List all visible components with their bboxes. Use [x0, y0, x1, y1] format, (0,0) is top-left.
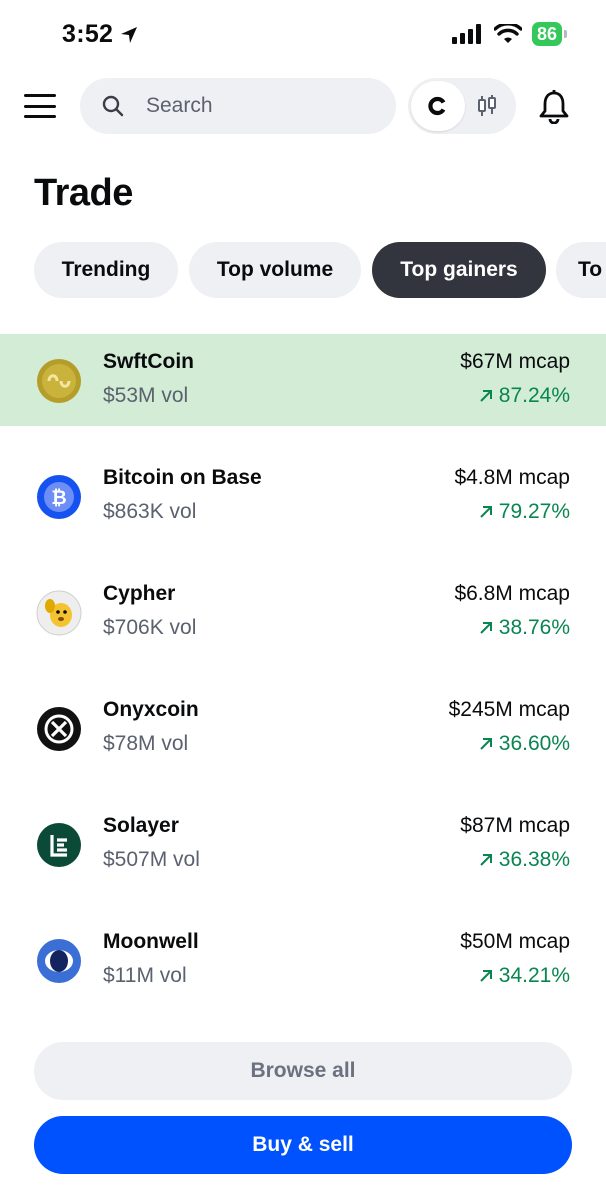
asset-change-value: 87.24% [498, 384, 570, 407]
asset-mcap: $50M mcap [460, 930, 570, 953]
asset-change: 34.21% [479, 964, 570, 988]
asset-name: Moonwell [103, 930, 199, 953]
location-arrow-icon [121, 26, 138, 43]
asset-change-value: 36.38% [498, 848, 570, 871]
asset-mcap: $4.8M mcap [454, 466, 570, 489]
asset-name: Onyxcoin [103, 698, 199, 721]
asset-change-value: 36.60% [498, 732, 570, 755]
search-icon [102, 95, 124, 117]
asset-name: SwftCoin [103, 350, 194, 373]
solayer-icon [37, 823, 81, 867]
status-indicators: 86 [451, 22, 568, 46]
arrow-up-right-icon [480, 390, 492, 402]
asset-volume: $507M vol [103, 848, 200, 871]
list-item[interactable]: ₿ Bitcoin on Base $863K vol $4.8M mcap 7… [0, 450, 606, 542]
list-item[interactable]: Cypher $706K vol $6.8M mcap 38.76% [0, 566, 606, 658]
search-placeholder: Search [146, 94, 213, 117]
bitcoin-on-base-icon: ₿ [37, 475, 81, 519]
asset-name: Bitcoin on Base [103, 466, 262, 489]
arrow-up-right-icon [480, 622, 492, 634]
asset-change-value: 79.27% [498, 500, 570, 523]
search-input[interactable]: Search [80, 78, 396, 134]
battery-icon: 86 [531, 22, 568, 46]
tab-trending[interactable]: Trending [34, 242, 178, 298]
asset-volume: $706K vol [103, 616, 197, 639]
candlestick-chart-icon[interactable] [476, 94, 498, 118]
asset-change: 79.27% [479, 500, 570, 524]
asset-change-value: 38.76% [498, 616, 570, 639]
tab-top-volume[interactable]: Top volume [189, 242, 361, 298]
buy-sell-button[interactable]: Buy & sell [34, 1116, 572, 1174]
header: Search [0, 78, 606, 136]
tab-top-gainers[interactable]: Top gainers [372, 242, 546, 298]
asset-change-value: 34.21% [498, 964, 570, 987]
asset-change: 36.38% [479, 848, 570, 872]
asset-volume: $53M vol [103, 384, 189, 407]
menu-icon[interactable] [24, 94, 56, 118]
asset-volume: $863K vol [103, 500, 197, 523]
onyxcoin-icon [37, 707, 81, 751]
page-title: Trade [34, 172, 133, 214]
list-item[interactable]: Moonwell $11M vol $50M mcap 34.21% [0, 914, 606, 1006]
svg-text:₿: ₿ [51, 487, 66, 509]
tab-partial[interactable]: To [556, 242, 606, 298]
asset-change: 87.24% [479, 384, 570, 408]
asset-mcap: $245M mcap [448, 698, 570, 721]
asset-name: Cypher [103, 582, 176, 605]
asset-change: 36.60% [479, 732, 570, 756]
signal-icon [451, 24, 481, 44]
coinbase-logo-icon[interactable] [411, 81, 465, 131]
status-time: 3:52 [62, 20, 139, 49]
asset-name: Solayer [103, 814, 179, 837]
view-toggle[interactable] [408, 78, 516, 134]
asset-mcap: $87M mcap [460, 814, 570, 837]
list-item[interactable]: Solayer $507M vol $87M mcap 36.38% [0, 798, 606, 890]
arrow-up-right-icon [480, 970, 492, 982]
list-item[interactable]: Onyxcoin $78M vol $245M mcap 36.60% [0, 682, 606, 774]
category-tabs: Trending Top volume Top gainers To [34, 242, 606, 300]
asset-volume: $11M vol [103, 964, 187, 987]
asset-volume: $78M vol [103, 732, 189, 755]
status-bar: 3:52 86 [0, 0, 606, 70]
wifi-icon [493, 24, 522, 43]
arrow-up-right-icon [480, 506, 492, 518]
asset-change: 38.76% [479, 616, 570, 640]
notification-bell-icon[interactable] [538, 90, 570, 124]
swftcoin-icon [37, 359, 81, 403]
time-label: 3:52 [62, 20, 114, 48]
cypher-icon [36, 590, 82, 636]
moonwell-icon [37, 939, 81, 983]
asset-mcap: $6.8M mcap [454, 582, 570, 605]
browse-all-button[interactable]: Browse all [34, 1042, 572, 1100]
battery-level: 86 [536, 23, 557, 44]
asset-mcap: $67M mcap [460, 350, 570, 373]
list-item[interactable]: SwftCoin $53M vol $67M mcap 87.24% [0, 334, 606, 426]
arrow-up-right-icon [480, 854, 492, 866]
arrow-up-right-icon [480, 738, 492, 750]
